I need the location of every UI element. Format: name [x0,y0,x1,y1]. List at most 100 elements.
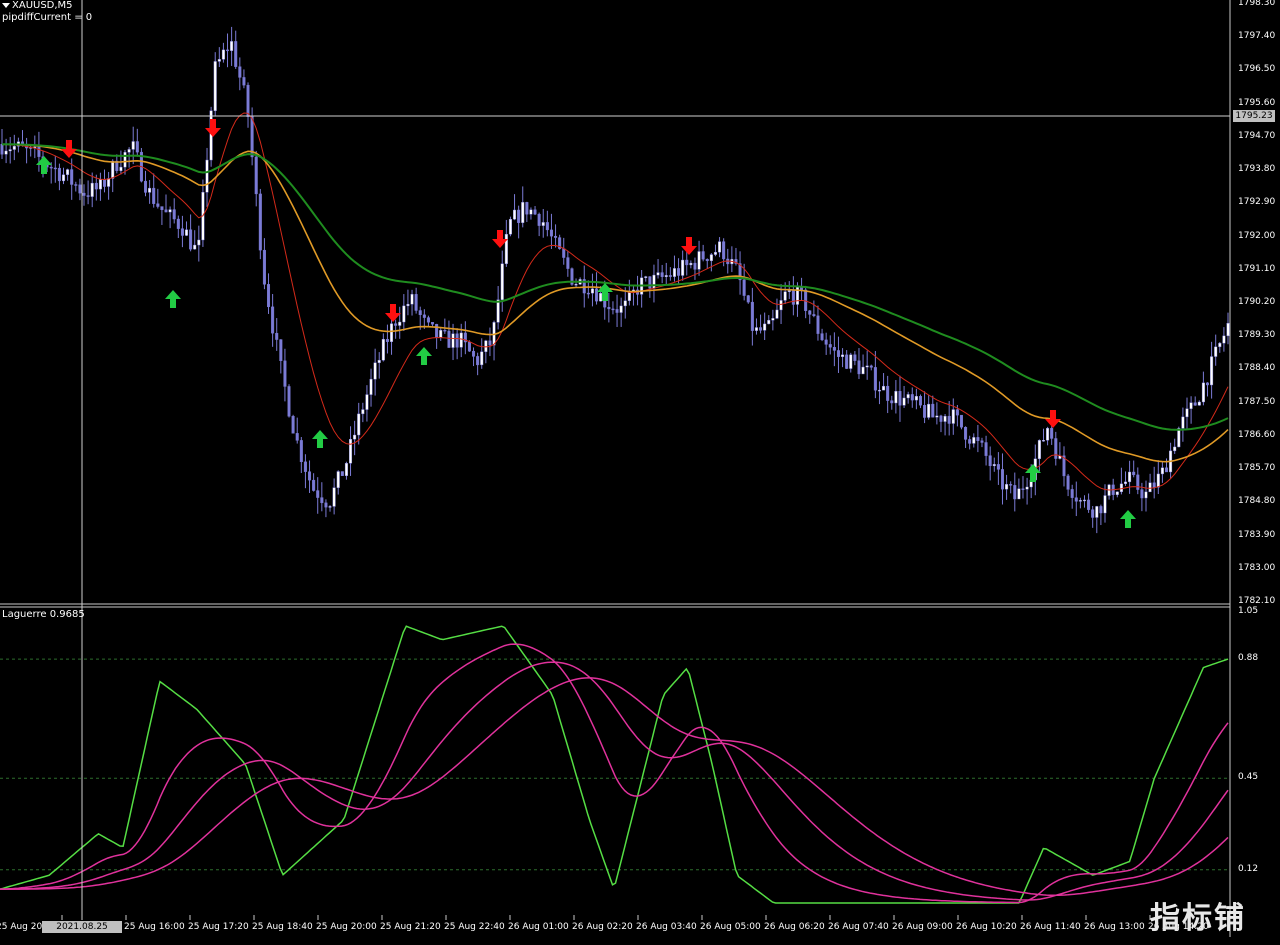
candle-body [455,333,459,348]
candle-body [1115,491,1119,495]
candle-body [340,471,344,476]
time-tick-label: 26 Aug 03:40 [636,922,697,932]
candle-body [254,156,258,195]
candle-body [820,333,824,341]
candle-body [197,239,201,246]
price-tick-label: 1783.00 [1238,562,1276,573]
time-tick-label: 26 Aug 10:20 [956,922,1017,932]
candle-body [693,262,697,270]
candle-body [931,403,935,418]
candle-body [1070,489,1074,498]
laguerre-lines [0,625,1229,904]
candle-body [1210,356,1214,386]
buy-arrow-icon [416,347,432,365]
candle-body [853,354,857,361]
candle-body [344,463,348,476]
candle-body [869,365,873,368]
candle-body [1087,499,1091,510]
candle-body [586,292,590,295]
candle-body [1091,509,1095,518]
candle-body [517,209,521,223]
price-tick-label: 1791.10 [1238,263,1276,274]
candle-body [1066,475,1070,490]
candle-body [279,339,283,362]
ema-slow-line [2,143,1229,431]
candle-body [320,497,324,504]
candle-body [964,427,968,440]
time-tick-label: 26 Aug 11:40 [1020,922,1081,932]
candle-body [1132,471,1136,476]
candle-body [923,405,927,418]
chart-canvas[interactable] [0,0,1280,937]
price-tick-label: 1794.70 [1238,130,1276,141]
time-tick-label: 26 Aug 05:00 [700,922,761,932]
candle-body [521,202,525,223]
candle-body [865,365,869,368]
candle-body [418,310,422,316]
candle-body [90,182,94,197]
candle-body [1037,440,1041,460]
candle-body [422,314,426,318]
candle-body [1050,427,1054,439]
candle-body [308,471,312,481]
candle-body [406,303,410,307]
candle-body [123,152,127,168]
candle-body [672,268,676,277]
candle-body [119,166,123,171]
candle-body [1123,481,1127,485]
candle-body [705,259,709,262]
candle-body [1181,416,1185,429]
candle-body [390,323,394,342]
candle-body [832,347,836,351]
candle-body [861,366,865,375]
candle-body [906,394,910,399]
candle-body [1197,401,1201,406]
time-tick-label: 25 Aug 22:40 [444,922,505,932]
candle-body [599,292,603,302]
candle-body [426,317,430,323]
candle-body [74,184,78,186]
price-tick-label: 1792.90 [1238,197,1276,208]
candle-body [1189,402,1193,409]
candle-body [1148,482,1152,493]
candle-body [697,251,701,270]
candle-body [1021,488,1025,490]
candle-body [275,332,279,340]
sell-arrow-icon [1045,410,1061,428]
candle-body [841,354,845,357]
candle-body [689,262,693,266]
candle-body [4,150,8,155]
candle-body [205,159,209,193]
candle-body [886,385,890,401]
candle-body [37,146,41,157]
current-price-badge: 1795.23 [1233,110,1275,122]
candle-body [357,413,361,436]
time-tick-label: 26 Aug 01:00 [508,922,569,932]
chart-menu-icon[interactable] [2,3,10,8]
time-tick-label: 26 Aug 13:00 [1084,922,1145,932]
candle-body [152,187,156,204]
candle-body [824,339,828,345]
candle-body [648,276,652,289]
candle-body [70,169,74,185]
candle-body [1046,427,1050,441]
candle-body [230,41,234,51]
candle-body [226,49,230,52]
candle-body [746,295,750,303]
candle-body [414,294,418,311]
candle-body [1095,506,1099,518]
candle-body [53,167,57,170]
candle-body [86,195,90,197]
candle-body [234,41,238,67]
candle-body [156,203,160,207]
candle-body [111,160,115,179]
candle-body [595,288,599,302]
candle-body [332,487,336,507]
candle-body [668,275,672,277]
laguerre-tick-label: 0.45 [1238,772,1259,783]
candle-body [968,439,972,444]
sell-arrow-icon [681,237,697,255]
laguerre-signal-line [0,677,1229,897]
candle-body [1005,484,1009,490]
signal-arrows [36,119,1136,528]
